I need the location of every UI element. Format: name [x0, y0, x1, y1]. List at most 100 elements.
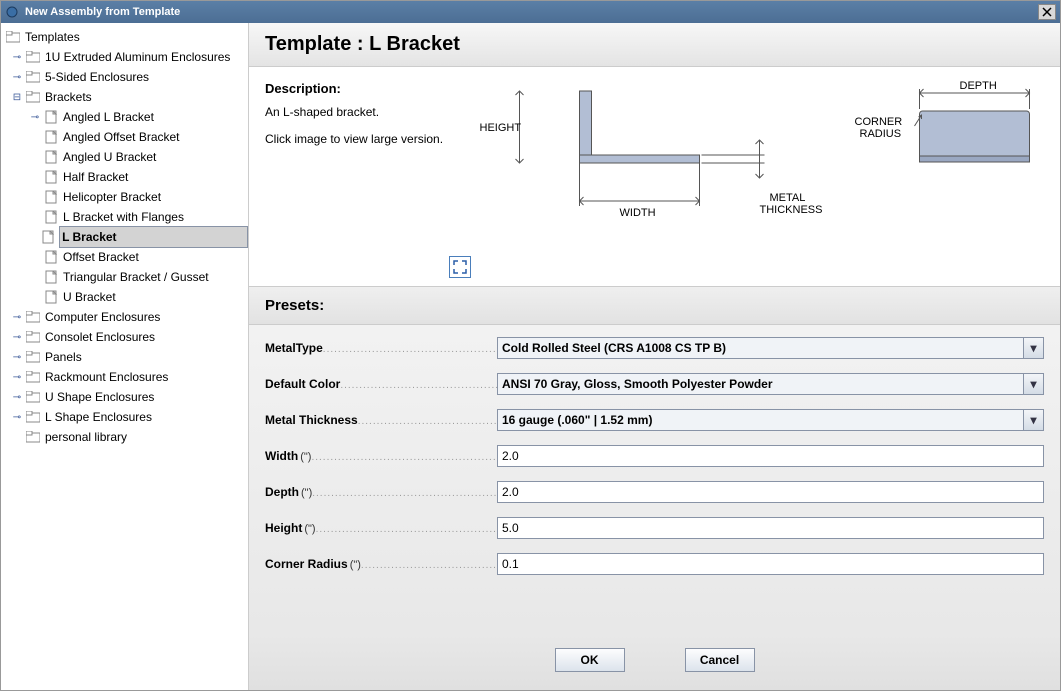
dim-thickness: METALTHICKNESS — [760, 192, 823, 216]
tree-leaf[interactable]: ·Angled U Bracket — [1, 147, 248, 167]
dim-corner: CORNERRADIUS — [855, 116, 903, 140]
description-label: Description: — [265, 81, 465, 96]
chevron-down-icon: ▾ — [1023, 374, 1043, 394]
main-panel: Template : L Bracket Description: An L-s… — [249, 23, 1060, 690]
row-depth: Depth(")................................… — [265, 481, 1044, 503]
row-default-color: Default Color...........................… — [265, 373, 1044, 395]
tree-item[interactable]: ·personal library — [1, 427, 248, 447]
expand-icon[interactable]: ⊸ — [11, 411, 23, 423]
page-icon — [43, 190, 59, 204]
title-bar: New Assembly from Template — [1, 1, 1060, 23]
template-header: Template : L Bracket — [249, 23, 1060, 67]
tree-leaf[interactable]: ·Half Bracket — [1, 167, 248, 187]
tree-item[interactable]: ⊸Computer Enclosures — [1, 307, 248, 327]
metal-type-select[interactable]: Cold Rolled Steel (CRS A1008 CS TP B) ▾ — [497, 337, 1044, 359]
tree-leaf-selected[interactable]: ·L Bracket — [1, 227, 248, 247]
row-width: Width(")................................… — [265, 445, 1044, 467]
row-metal-thickness: Metal Thickness.........................… — [265, 409, 1044, 431]
presets-header: Presets: — [249, 286, 1060, 325]
dialog-buttons: OK Cancel — [249, 634, 1060, 690]
app-icon — [5, 5, 19, 19]
tree-item[interactable]: ⊸L Shape Enclosures — [1, 407, 248, 427]
bracket-diagram: HEIGHT WIDTH — [465, 81, 1044, 241]
expand-icon[interactable]: ⊸ — [11, 51, 23, 63]
page-icon — [43, 170, 59, 184]
folder-icon — [25, 330, 41, 344]
tree-item[interactable]: ⊸Rackmount Enclosures — [1, 367, 248, 387]
presets-form: MetalType...............................… — [249, 325, 1060, 634]
window-title: New Assembly from Template — [25, 6, 180, 18]
description-column: Description: An L-shaped bracket. Click … — [265, 81, 465, 244]
height-input[interactable] — [497, 517, 1044, 539]
expand-icon[interactable]: ⊸ — [11, 331, 23, 343]
depth-input[interactable] — [497, 481, 1044, 503]
folder-icon — [25, 370, 41, 384]
cancel-button[interactable]: Cancel — [685, 648, 755, 672]
expand-icon — [453, 260, 467, 274]
expand-icon[interactable]: ⊸ — [11, 351, 23, 363]
folder-icon — [25, 390, 41, 404]
template-diagram[interactable]: HEIGHT WIDTH — [465, 81, 1044, 244]
row-height: Height(")...............................… — [265, 517, 1044, 539]
template-tree: Templates ⊸1U Extruded Aluminum Enclosur… — [1, 23, 249, 690]
expand-icon[interactable]: ⊸ — [11, 371, 23, 383]
tree-leaf[interactable]: ·Angled Offset Bracket — [1, 127, 248, 147]
page-icon — [43, 210, 59, 224]
folder-icon — [25, 410, 41, 424]
close-icon — [1042, 7, 1052, 17]
width-input[interactable] — [497, 445, 1044, 467]
description-hint: Click image to view large version. — [265, 131, 465, 148]
folder-icon — [25, 70, 41, 84]
expand-icon[interactable]: ⊸ — [11, 311, 23, 323]
dim-height: HEIGHT — [480, 122, 522, 134]
chevron-down-icon: ▾ — [1023, 338, 1043, 358]
expand-icon[interactable]: ⊸ — [29, 111, 41, 123]
page-icon — [41, 230, 55, 244]
description-area: Description: An L-shaped bracket. Click … — [249, 67, 1060, 250]
corner-radius-input[interactable] — [497, 553, 1044, 575]
folder-icon — [25, 50, 41, 64]
chevron-down-icon: ▾ — [1023, 410, 1043, 430]
expand-icon[interactable]: ⊸ — [11, 391, 23, 403]
folder-icon — [25, 90, 41, 104]
folder-icon — [25, 350, 41, 364]
row-metal-type: MetalType...............................… — [265, 337, 1044, 359]
expand-icon[interactable]: ⊸ — [11, 71, 23, 83]
tree-item[interactable]: ⊸Consolet Enclosures — [1, 327, 248, 347]
tree-item[interactable]: ⊸5-Sided Enclosures — [1, 67, 248, 87]
tree-leaf[interactable]: ⊸Angled L Bracket — [1, 107, 248, 127]
ok-button[interactable]: OK — [555, 648, 625, 672]
dim-depth: DEPTH — [960, 81, 997, 92]
tree-leaf[interactable]: ·L Bracket with Flanges — [1, 207, 248, 227]
tree-leaf[interactable]: ·U Bracket — [1, 287, 248, 307]
tree-item[interactable]: ⊸1U Extruded Aluminum Enclosures — [1, 47, 248, 67]
folder-icon — [25, 310, 41, 324]
presets-label: Presets: — [265, 297, 1044, 314]
collapse-icon[interactable]: ⊟ — [11, 91, 23, 103]
tree-root[interactable]: Templates — [1, 27, 248, 47]
default-color-select[interactable]: ANSI 70 Gray, Gloss, Smooth Polyester Po… — [497, 373, 1044, 395]
page-icon — [43, 270, 59, 284]
metal-thickness-select[interactable]: 16 gauge (.060" | 1.52 mm) ▾ — [497, 409, 1044, 431]
page-title: Template : L Bracket — [265, 33, 1044, 56]
tree-item[interactable]: ⊸U Shape Enclosures — [1, 387, 248, 407]
page-icon — [43, 130, 59, 144]
row-corner-radius: Corner Radius(")........................… — [265, 553, 1044, 575]
dialog-window: New Assembly from Template Templates ⊸1U… — [0, 0, 1061, 691]
page-icon — [43, 110, 59, 124]
description-text: An L-shaped bracket. — [265, 104, 465, 121]
dialog-content: Templates ⊸1U Extruded Aluminum Enclosur… — [1, 23, 1060, 690]
page-icon — [43, 150, 59, 164]
page-icon — [43, 290, 59, 304]
tree-item[interactable]: ⊸Panels — [1, 347, 248, 367]
tree-leaf[interactable]: ·Helicopter Bracket — [1, 187, 248, 207]
tree-item-brackets[interactable]: ⊟Brackets — [1, 87, 248, 107]
tree-leaf[interactable]: ·Offset Bracket — [1, 247, 248, 267]
folder-icon — [5, 30, 21, 44]
close-button[interactable] — [1038, 4, 1056, 20]
page-icon — [43, 250, 59, 264]
tree-leaf[interactable]: ·Triangular Bracket / Gusset — [1, 267, 248, 287]
expand-image-button[interactable] — [449, 256, 471, 278]
folder-icon — [25, 430, 41, 444]
dim-width: WIDTH — [620, 207, 656, 219]
